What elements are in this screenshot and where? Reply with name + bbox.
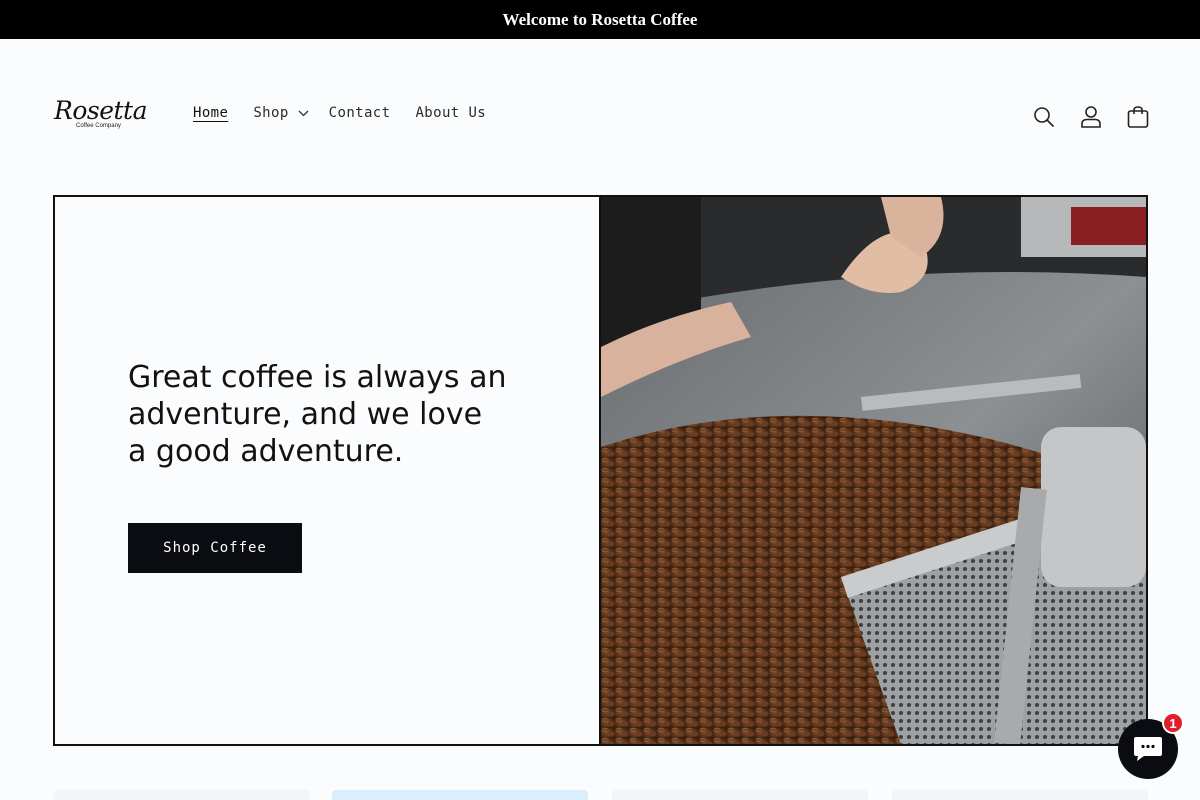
- hero-banner: Great coffee is always an adventure, and…: [53, 195, 1148, 746]
- search-icon[interactable]: [1030, 103, 1058, 131]
- cart-icon[interactable]: [1124, 103, 1152, 131]
- nav-shop-label: Shop: [253, 105, 289, 121]
- logo[interactable]: Rosetta Coffee Company: [54, 97, 150, 137]
- nav-shop[interactable]: Shop: [253, 105, 309, 121]
- nav-contact[interactable]: Contact: [329, 105, 391, 121]
- main-nav: Home Shop Contact About Us: [193, 105, 511, 121]
- logo-wordmark: Rosetta: [54, 96, 148, 125]
- nav-about[interactable]: About Us: [415, 105, 486, 121]
- product-cards-row: [0, 790, 1200, 800]
- nav-home[interactable]: Home: [193, 105, 228, 121]
- product-card[interactable]: [892, 790, 1148, 800]
- chat-badge: 1: [1162, 712, 1184, 734]
- product-card[interactable]: [332, 790, 588, 800]
- chevron-down-icon: [298, 110, 309, 116]
- header-icons: [1011, 103, 1152, 131]
- chat-icon: [1134, 737, 1162, 761]
- hero-text-panel: Great coffee is always an adventure, and…: [55, 197, 601, 744]
- account-icon[interactable]: [1077, 103, 1105, 131]
- product-card[interactable]: [54, 790, 310, 800]
- coffee-roaster-image: [601, 197, 1146, 744]
- hero-heading: Great coffee is always an adventure, and…: [128, 360, 507, 469]
- site-header: Rosetta Coffee Company Home Shop Contact…: [0, 39, 1200, 195]
- product-card[interactable]: [612, 790, 868, 800]
- announcement-text: Welcome to Rosetta Coffee: [502, 9, 698, 29]
- logo-subtitle: Coffee Company: [76, 123, 121, 129]
- announcement-bar: Welcome to Rosetta Coffee: [0, 0, 1200, 39]
- shop-coffee-button[interactable]: Shop Coffee: [128, 523, 302, 573]
